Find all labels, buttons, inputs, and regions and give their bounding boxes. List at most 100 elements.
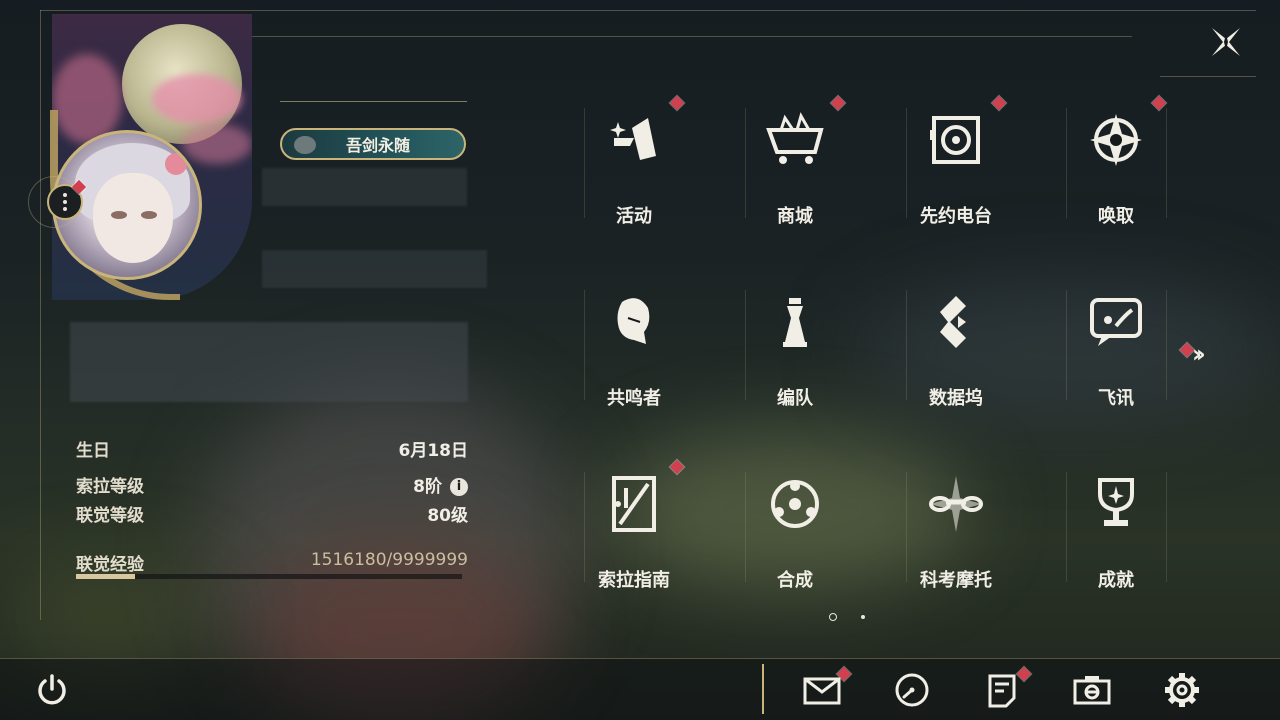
frame-corner-line — [1160, 76, 1256, 77]
mail-icon — [803, 677, 841, 705]
menu-item-label: 活动 — [616, 206, 652, 227]
stat-value: 6月18日 — [398, 441, 469, 461]
exp-value: 1516180/9999999 — [310, 550, 468, 570]
close-icon — [1212, 28, 1240, 56]
page-indicator-1[interactable] — [829, 613, 837, 621]
resonator-icon — [604, 292, 664, 352]
grid-divider — [1066, 290, 1067, 400]
grid-divider — [584, 290, 585, 400]
grid-divider — [1066, 472, 1067, 582]
motorcycle-icon — [926, 474, 986, 534]
frame-top-line — [40, 10, 1256, 11]
stat-label: 索拉等级 — [76, 477, 144, 497]
grid-divider — [745, 472, 746, 582]
stat-value: 8阶 — [413, 477, 442, 497]
menu-item-label: 唤取 — [1098, 206, 1134, 227]
player-name-blurred — [262, 168, 467, 206]
menu-item-radio[interactable]: 先约电台 — [896, 95, 1016, 228]
frame-left-line — [40, 10, 41, 620]
activity-icon — [604, 110, 664, 170]
menu-item-convene[interactable]: 唤取 — [1056, 95, 1176, 228]
power-icon — [38, 674, 66, 705]
menu-item-trophy[interactable]: 成就 — [1056, 462, 1176, 592]
menu-item-label: 共鸣者 — [607, 388, 661, 409]
menu-item-synthesis[interactable]: 合成 — [735, 462, 855, 592]
menu-item-label: 科考摩托 — [920, 570, 992, 591]
page-indicator-2[interactable] — [861, 615, 865, 619]
mail-button[interactable] — [802, 670, 842, 710]
menu-item-label: 数据坞 — [929, 388, 983, 409]
menu-item-guidebook[interactable]: 索拉指南 — [574, 459, 694, 592]
next-page-arrow-icon[interactable]: ›› — [1192, 340, 1206, 368]
menu-item-team[interactable]: 编队 — [735, 280, 855, 410]
stat-birthday: 生日 6月18日 — [76, 436, 469, 461]
grid-divider — [906, 472, 907, 582]
team-icon — [765, 292, 825, 352]
notice-icon — [988, 674, 1016, 708]
message-icon — [1086, 292, 1146, 352]
menu-item-data-bank[interactable]: 数据坞 — [896, 280, 1016, 410]
data-bank-icon — [926, 292, 986, 352]
menu-item-label: 飞讯 — [1098, 388, 1134, 409]
convene-icon — [1086, 110, 1146, 170]
grid-divider — [906, 108, 907, 218]
power-button[interactable] — [32, 670, 72, 710]
menu-item-label: 成就 — [1098, 570, 1134, 591]
stat-label: 生日 — [76, 441, 110, 461]
signature-blurred[interactable] — [70, 322, 468, 402]
grid-divider — [584, 472, 585, 582]
radio-icon — [926, 110, 986, 170]
guidebook-icon — [604, 474, 664, 534]
trophy-icon — [1086, 474, 1146, 534]
menu-item-label: 合成 — [777, 570, 813, 591]
menu-item-resonator[interactable]: 共鸣者 — [574, 280, 694, 410]
stat-value-wrap: 8阶 i — [413, 472, 468, 497]
nameplate-text: 吾剑永随 — [345, 136, 410, 155]
grid-divider — [1066, 108, 1067, 218]
menu-item-message[interactable]: 飞讯 — [1056, 280, 1176, 410]
camera-icon — [1073, 676, 1111, 705]
menu-item-label: 索拉指南 — [598, 570, 670, 591]
menu-item-activity[interactable]: 活动 — [574, 95, 694, 228]
bottom-divider — [762, 664, 764, 714]
settings-icon — [1165, 673, 1199, 707]
camera-button[interactable] — [1072, 670, 1112, 710]
badge-dot — [669, 459, 685, 475]
settings-button[interactable] — [1162, 670, 1202, 710]
frame-inner-line — [252, 36, 1132, 37]
grid-divider — [1166, 472, 1167, 582]
menu-item-shop[interactable]: 商城 — [735, 95, 855, 228]
time-button[interactable] — [892, 670, 932, 710]
exp-progress-bar — [76, 574, 462, 579]
badge-dot — [830, 95, 846, 111]
stat-synergy-level: 联觉等级 80级 — [76, 501, 468, 526]
badge-dot — [669, 95, 685, 111]
grid-divider — [745, 108, 746, 218]
menu-item-label: 编队 — [777, 388, 813, 409]
exp-label: 联觉经验 — [76, 555, 144, 575]
stat-union-level: 索拉等级 8阶 i — [76, 472, 468, 497]
clock-icon — [895, 673, 929, 707]
exp-progress-fill — [76, 574, 135, 579]
nameplate[interactable]: 吾剑永随 — [280, 128, 466, 160]
menu-item-motorcycle[interactable]: 科考摩托 — [896, 462, 1016, 592]
grid-divider — [906, 290, 907, 400]
close-button[interactable] — [1206, 22, 1246, 62]
grid-divider — [1166, 108, 1167, 218]
badge-dot — [1151, 95, 1167, 111]
stat-label: 联觉等级 — [76, 506, 144, 526]
menu-item-label: 先约电台 — [920, 206, 992, 227]
nameplate-emblem-icon — [294, 136, 316, 154]
menu-item-label: 商城 — [777, 206, 813, 227]
grid-divider — [584, 108, 585, 218]
player-id-blurred — [262, 250, 487, 288]
name-underline — [280, 101, 467, 102]
synthesis-icon — [765, 474, 825, 534]
notice-button[interactable] — [982, 670, 1022, 710]
info-icon[interactable]: i — [450, 478, 468, 496]
grid-divider — [745, 290, 746, 400]
grid-divider — [1166, 290, 1167, 400]
shop-icon — [765, 110, 825, 170]
badge-dot — [991, 95, 1007, 111]
stat-value: 80级 — [427, 506, 468, 526]
